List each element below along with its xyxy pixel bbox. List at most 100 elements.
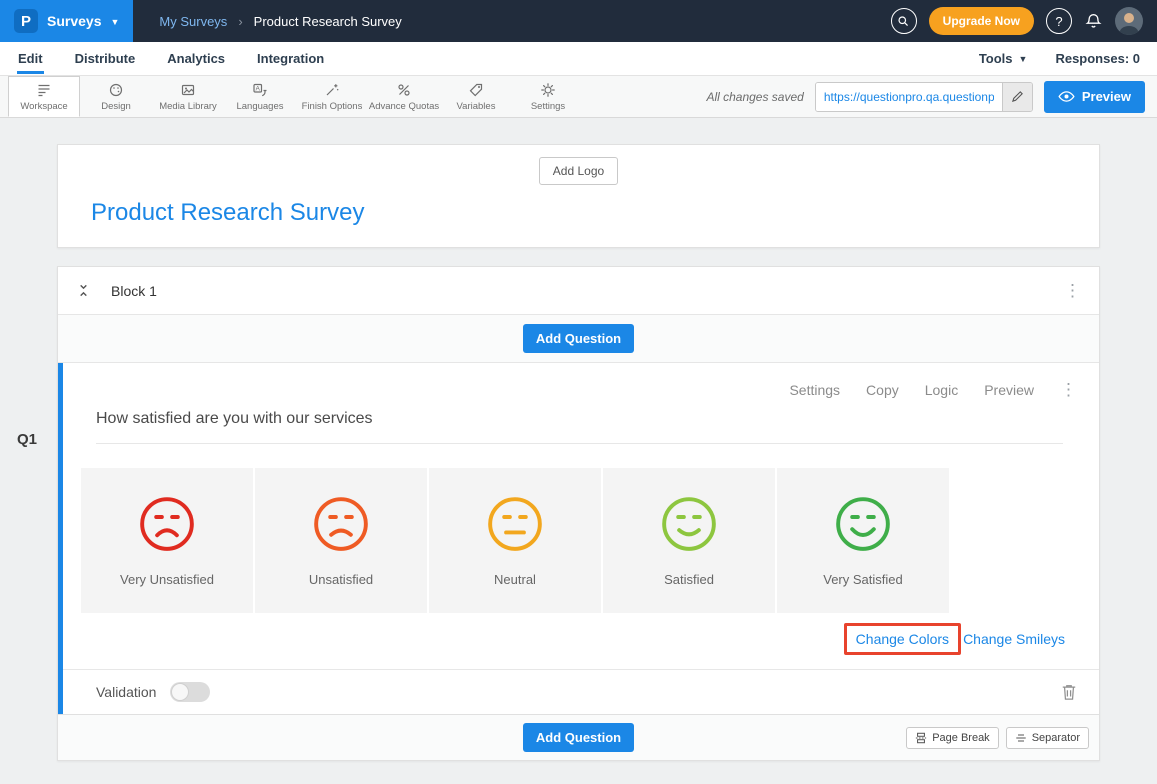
editor-content: Add Logo Product Research Survey Block 1…: [0, 118, 1157, 761]
breadcrumb-separator-icon: ›: [238, 14, 242, 29]
surveys-app-menu[interactable]: P Surveys ▼: [0, 0, 133, 42]
toolbar-right: All changes saved Preview: [706, 76, 1157, 117]
add-question-strip-top: Add Question: [58, 315, 1099, 363]
image-icon: [180, 82, 196, 98]
gear-icon: [540, 82, 556, 98]
very-sad-smiley-icon: [137, 494, 197, 554]
tools-menu[interactable]: Tools ▼: [979, 51, 1028, 66]
preview-button[interactable]: Preview: [1044, 81, 1145, 113]
very-happy-smiley-icon: [833, 494, 893, 554]
toolbar-item-design[interactable]: Design: [80, 76, 152, 117]
block-title: Block 1: [111, 283, 157, 299]
wand-icon: [324, 82, 340, 98]
breadcrumb: My Surveys › Product Research Survey: [159, 14, 401, 29]
notifications-button[interactable]: [1084, 12, 1103, 31]
smiley-option-satisfied[interactable]: Satisfied: [603, 468, 775, 613]
question-settings-link[interactable]: Settings: [789, 382, 840, 398]
toolbar-item-finish-options[interactable]: Finish Options: [296, 76, 368, 117]
tools-label: Tools: [979, 51, 1013, 66]
collapse-block-button[interactable]: [76, 283, 91, 298]
survey-url-box: [815, 82, 1033, 112]
block-menu-button[interactable]: ⋮: [1064, 282, 1081, 299]
trash-icon: [1061, 683, 1077, 701]
survey-title[interactable]: Product Research Survey: [91, 199, 1099, 227]
block-header: Block 1 ⋮: [58, 267, 1099, 315]
tab-analytics[interactable]: Analytics: [166, 43, 226, 74]
toolbar-item-media-library[interactable]: Media Library: [152, 76, 224, 117]
question-preview-link[interactable]: Preview: [984, 382, 1034, 398]
question-copy-link[interactable]: Copy: [866, 382, 899, 398]
smiley-options-links: Change Colors Change Smileys: [63, 623, 1065, 655]
block-footer: Add Question Page Break: [58, 714, 1099, 760]
question-logic-link[interactable]: Logic: [925, 382, 958, 398]
question-actions: Settings Copy Logic Preview ⋮: [63, 363, 1099, 398]
top-bar: P Surveys ▼ My Surveys › Product Researc…: [0, 0, 1157, 42]
toggle-knob: [171, 683, 189, 701]
eye-icon: [1058, 91, 1075, 102]
save-status: All changes saved: [706, 90, 803, 104]
translate-icon: A: [252, 82, 268, 98]
upgrade-now-button[interactable]: Upgrade Now: [929, 7, 1034, 35]
subnav-right: Tools ▼ Responses: 0: [979, 51, 1140, 66]
change-colors-highlight: Change Colors: [844, 623, 961, 655]
tab-integration[interactable]: Integration: [256, 43, 325, 74]
tab-edit[interactable]: Edit: [17, 43, 44, 74]
breadcrumb-my-surveys[interactable]: My Surveys: [159, 14, 227, 29]
breadcrumb-current-survey: Product Research Survey: [254, 14, 402, 29]
validation-label: Validation: [96, 684, 156, 700]
bell-icon: [1084, 12, 1103, 31]
smiley-option-very-unsatisfied[interactable]: Very Unsatisfied: [81, 468, 253, 613]
editor-toolbar: Workspace Design Media Library A Languag…: [0, 76, 1157, 118]
block-card: Block 1 ⋮ Add Question Q1 Settings Copy …: [57, 266, 1100, 761]
help-button[interactable]: ?: [1046, 8, 1072, 34]
edit-url-button[interactable]: [1002, 83, 1032, 111]
toolbar-item-workspace[interactable]: Workspace: [8, 76, 80, 117]
toolbar-item-variables[interactable]: Variables: [440, 76, 512, 117]
validation-toggle[interactable]: [170, 682, 210, 702]
add-logo-button[interactable]: Add Logo: [539, 157, 618, 185]
palette-icon: [108, 82, 124, 98]
survey-header-card: Add Logo Product Research Survey: [57, 144, 1100, 248]
help-label: ?: [1055, 14, 1062, 29]
separator-icon: [1015, 732, 1027, 744]
add-question-button-top[interactable]: Add Question: [523, 324, 634, 353]
smiley-option-very-satisfied[interactable]: Very Satisfied: [777, 468, 949, 613]
smiley-label: Very Unsatisfied: [120, 572, 214, 587]
question-number: Q1: [17, 431, 37, 448]
questionpro-logo: P: [14, 9, 38, 33]
smiley-label: Neutral: [494, 572, 536, 587]
add-question-button-bottom[interactable]: Add Question: [523, 723, 634, 752]
smiley-label: Very Satisfied: [823, 572, 903, 587]
collapse-icon: [76, 283, 91, 298]
survey-url-input[interactable]: [816, 83, 1002, 111]
avatar-photo: [1115, 7, 1143, 35]
search-button[interactable]: [891, 8, 917, 34]
topbar-actions: Upgrade Now ?: [891, 7, 1157, 35]
app-menu-label: Surveys: [47, 13, 101, 29]
question-menu-button[interactable]: ⋮: [1060, 381, 1077, 398]
toolbar-item-advance-quotas[interactable]: Advance Quotas: [368, 76, 440, 117]
workspace-icon: [36, 82, 52, 98]
sad-smiley-icon: [311, 494, 371, 554]
smiley-label: Satisfied: [664, 572, 714, 587]
percent-icon: [396, 82, 412, 98]
svg-text:A: A: [256, 85, 261, 92]
page-break-button[interactable]: Page Break: [906, 727, 998, 749]
change-smileys-link[interactable]: Change Smileys: [963, 631, 1065, 647]
separator-button[interactable]: Separator: [1006, 727, 1089, 749]
question-text[interactable]: How satisfied are you with our services: [96, 410, 1063, 444]
validation-row: Validation: [63, 669, 1099, 714]
smiley-option-unsatisfied[interactable]: Unsatisfied: [255, 468, 427, 613]
smiley-option-neutral[interactable]: Neutral: [429, 468, 601, 613]
tab-distribute[interactable]: Distribute: [74, 43, 137, 74]
delete-question-button[interactable]: [1061, 683, 1077, 701]
toolbar-item-settings[interactable]: Settings: [512, 76, 584, 117]
toolbar-item-languages[interactable]: A Languages: [224, 76, 296, 117]
pencil-icon: [1011, 90, 1024, 103]
question-q1: Q1 Settings Copy Logic Preview ⋮ How sat…: [58, 363, 1099, 714]
responses-count[interactable]: Responses: 0: [1055, 51, 1140, 66]
survey-nav: Edit Distribute Analytics Integration To…: [0, 42, 1157, 76]
user-avatar[interactable]: [1115, 7, 1143, 35]
change-colors-link[interactable]: Change Colors: [856, 631, 949, 647]
block-footer-actions: Page Break Separator: [906, 727, 1089, 749]
